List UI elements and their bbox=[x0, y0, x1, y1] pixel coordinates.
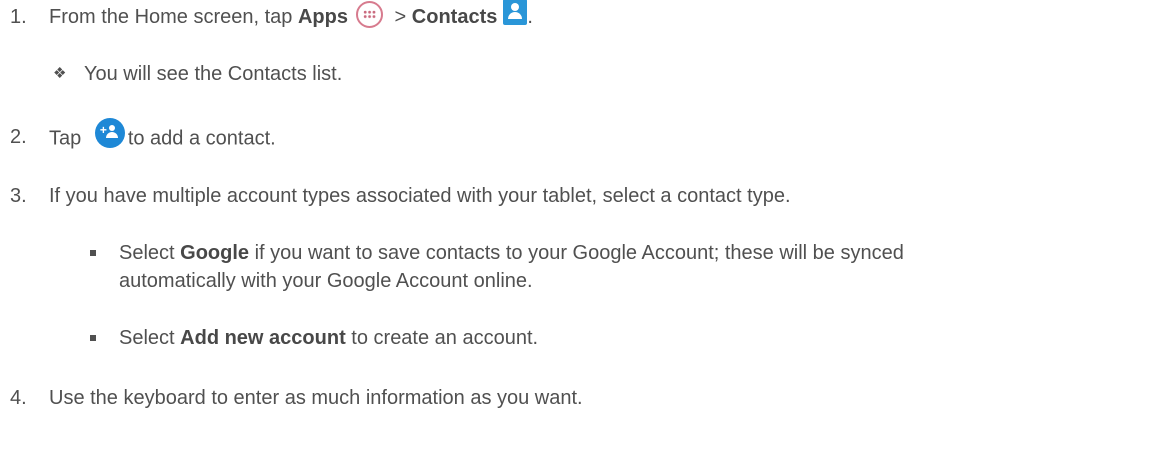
step-4: 4. Use the keyboard to enter as much inf… bbox=[0, 385, 1159, 415]
step-1-note: ❖ You will see the Contacts list. bbox=[0, 61, 1159, 91]
step-2: 2. Tap + to add a contact. bbox=[0, 118, 1159, 154]
apps-label: Apps bbox=[297, 6, 348, 28]
option-select-word: Select bbox=[119, 242, 181, 264]
step-1: 1. From the Home screen, tap Apps > Cont… bbox=[0, 0, 1159, 34]
option-name: Add new account bbox=[180, 327, 346, 349]
step-text-suffix: to add a contact. bbox=[127, 127, 276, 150]
step-number: 1. bbox=[10, 6, 27, 28]
option-text-line1: to create an account. bbox=[345, 327, 539, 349]
option-text-line1: if you want to save contacts to your Goo… bbox=[249, 242, 904, 264]
square-bullet-icon bbox=[90, 250, 96, 256]
step-text: Use the keyboard to enter as much inform… bbox=[49, 387, 583, 409]
square-bullet-icon bbox=[90, 335, 96, 341]
step-number: 4. bbox=[10, 387, 27, 409]
option-text-line2: automatically with your Google Account o… bbox=[119, 270, 533, 292]
option-text: Select Google if you want to save contac… bbox=[119, 240, 904, 266]
contacts-label: Contacts bbox=[411, 6, 498, 28]
option-name: Google bbox=[180, 242, 250, 264]
step-text-prefix: From the Home screen, tap bbox=[49, 6, 298, 28]
step-3-option-add-account: Select Add new account to create an acco… bbox=[0, 325, 1159, 355]
step-3-option-google-continued: automatically with your Google Account o… bbox=[0, 268, 1159, 298]
diamond-bullet-icon: ❖ bbox=[53, 65, 67, 82]
step-number: 3. bbox=[10, 185, 27, 207]
option-text: Select Add new account to create an acco… bbox=[119, 325, 538, 351]
step-text: Tap + to add a contact. bbox=[49, 118, 276, 154]
step-number: 2. bbox=[10, 126, 27, 148]
step-3: 3. If you have multiple account types as… bbox=[0, 183, 1159, 213]
apps-grid-icon bbox=[355, 1, 383, 29]
add-contact-icon: + bbox=[94, 118, 125, 148]
step-separator: > bbox=[388, 6, 412, 28]
contacts-app-icon bbox=[503, 0, 528, 25]
step-text: From the Home screen, tap Apps > Contact… bbox=[49, 0, 533, 31]
note-text: You will see the Contacts list. bbox=[84, 63, 343, 85]
step-3-option-google: Select Google if you want to save contac… bbox=[0, 240, 1159, 270]
step-text-suffix: . bbox=[527, 6, 533, 28]
option-select-word: Select bbox=[119, 327, 181, 349]
step-text: If you have multiple account types assoc… bbox=[49, 185, 791, 207]
step-text-prefix: Tap bbox=[49, 127, 87, 150]
